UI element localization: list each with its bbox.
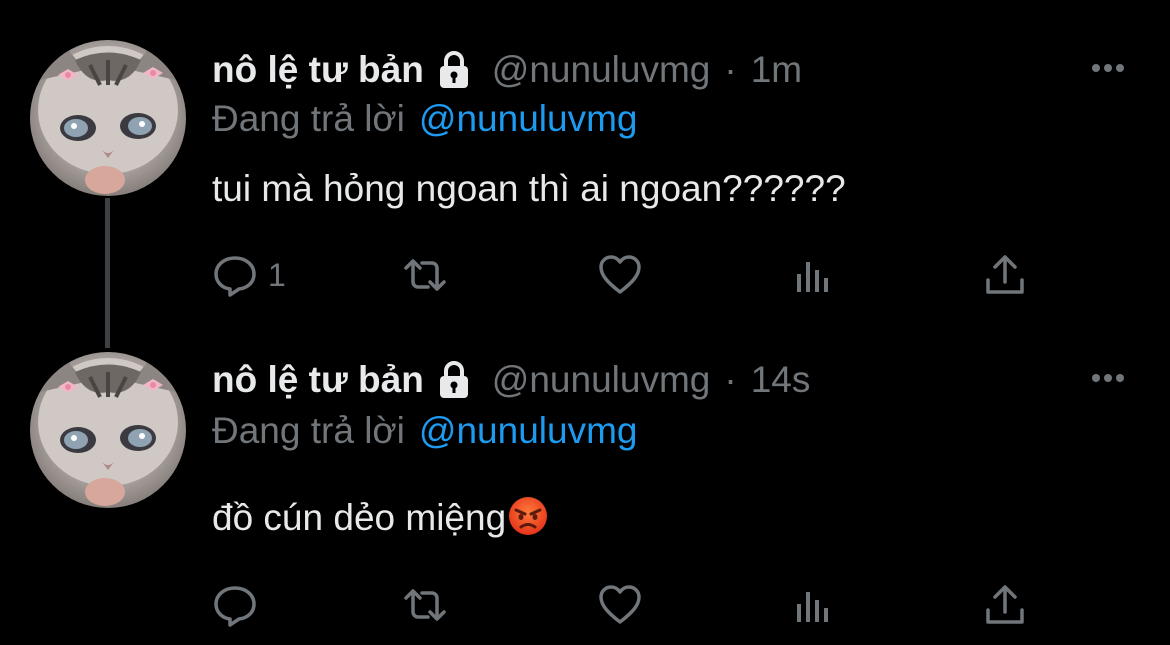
views-icon	[797, 262, 828, 292]
replying-to-handle[interactable]: @nunuluvmg	[419, 98, 638, 139]
tweet-header: nô lệ tư bản @nunuluvmg · 1m	[212, 48, 802, 92]
lock-icon	[439, 361, 468, 398]
share-button[interactable]	[982, 250, 1028, 300]
reply-button[interactable]: 1	[212, 250, 286, 300]
tweet[interactable]: nô lệ tư bản @nunuluvmg · 1m Đang trả lờ…	[0, 0, 1170, 330]
tweet-text-content: tui mà hỏng ngoan thì ai ngoan??????	[212, 168, 846, 209]
replying-to: Đang trả lời @nunuluvmg	[212, 410, 637, 452]
retweet-icon	[404, 259, 446, 291]
tweet-text: tui mà hỏng ngoan thì ai ngoan??????	[212, 168, 846, 210]
retweet-icon	[404, 589, 446, 621]
tweet-text: đồ cún dẻo miệng	[212, 496, 548, 539]
separator-dot: ·	[724, 359, 737, 400]
replying-to-label: Đang trả lời	[212, 98, 405, 139]
kitten-avatar-icon	[38, 40, 178, 194]
like-icon	[599, 585, 641, 624]
share-icon	[986, 255, 1024, 294]
tweet-actions	[212, 580, 1052, 630]
tweet[interactable]: nô lệ tư bản @nunuluvmg · 14s Đang trả l…	[0, 330, 1170, 645]
share-button[interactable]	[982, 580, 1028, 630]
views-button[interactable]	[790, 250, 836, 300]
kitten-avatar-icon	[38, 352, 178, 506]
display-name[interactable]: nô lệ tư bản	[212, 359, 424, 401]
like-button[interactable]	[597, 580, 643, 630]
retweet-button[interactable]	[402, 250, 448, 300]
tweet-header: nô lệ tư bản @nunuluvmg · 14s	[212, 358, 810, 402]
angry-face-emoji-icon	[509, 497, 548, 535]
tweet-text-content: đồ cún dẻo miệng	[212, 497, 507, 538]
more-horizontal-icon[interactable]	[1086, 356, 1130, 400]
user-handle[interactable]: @nunuluvmg	[492, 359, 711, 401]
like-icon	[599, 255, 641, 294]
replying-to-handle[interactable]: @nunuluvmg	[419, 410, 638, 451]
user-handle[interactable]: @nunuluvmg	[492, 49, 711, 91]
reply-icon	[214, 586, 256, 627]
retweet-button[interactable]	[402, 580, 448, 630]
separator-dot: ·	[724, 49, 737, 90]
lock-icon	[439, 51, 468, 88]
like-button[interactable]	[597, 250, 643, 300]
replying-to: Đang trả lời @nunuluvmg	[212, 98, 637, 140]
display-name[interactable]: nô lệ tư bản	[212, 49, 424, 91]
replying-to-label: Đang trả lời	[212, 410, 405, 451]
tweet-actions: 1	[212, 250, 1052, 300]
views-icon	[797, 592, 828, 622]
avatar[interactable]	[30, 40, 186, 196]
timestamp[interactable]: 1m	[751, 49, 802, 91]
share-icon	[986, 585, 1024, 624]
more-horizontal-icon[interactable]	[1086, 46, 1130, 90]
reply-count: 1	[268, 256, 286, 293]
avatar[interactable]	[30, 352, 186, 508]
timestamp[interactable]: 14s	[751, 359, 811, 401]
reply-icon	[214, 256, 256, 297]
reply-button[interactable]	[212, 580, 268, 630]
views-button[interactable]	[790, 580, 836, 630]
